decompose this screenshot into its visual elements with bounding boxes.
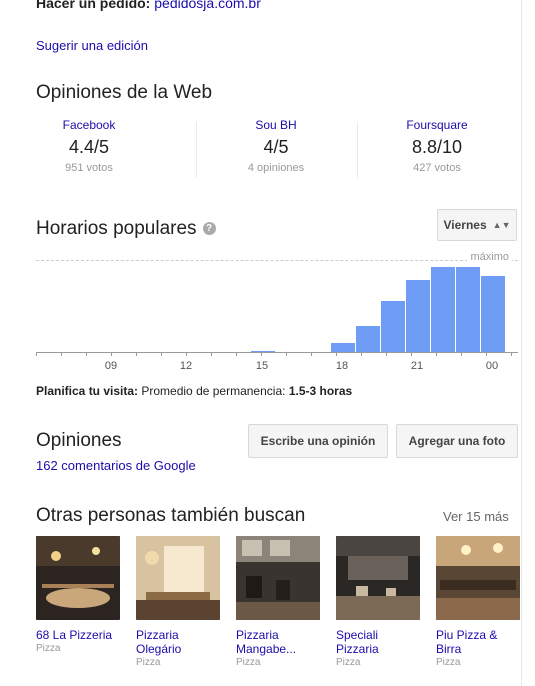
- tick-label: 15: [255, 360, 269, 372]
- max-line: [36, 260, 518, 261]
- place-name[interactable]: Pizzaria Olegário: [136, 628, 220, 656]
- axis-tick: [161, 352, 162, 356]
- review-source-foursquare: Foursquare 8.8/10 427 votos: [357, 118, 517, 174]
- review-score: 4.4/5: [68, 137, 110, 157]
- axis-tick: [111, 352, 112, 356]
- review-score: 4/5: [263, 137, 289, 157]
- bar-hour-00: [481, 276, 505, 352]
- tick-label: 21: [410, 360, 424, 372]
- place-type: Pizza: [436, 657, 461, 668]
- place-name[interactable]: Piu Pizza & Birra: [436, 628, 520, 656]
- popular-times-title: Horarios populares?: [36, 218, 216, 240]
- axis-tick: [261, 352, 262, 356]
- bar-hour-20: [381, 301, 405, 352]
- review-source-name[interactable]: Foursquare: [357, 118, 517, 132]
- related-place-card[interactable]: 68 La Pizzeria Pizza: [36, 536, 120, 654]
- related-place-card[interactable]: Speciali Pizzaria Pizza: [336, 536, 420, 668]
- place-name[interactable]: 68 La Pizzeria: [36, 628, 120, 642]
- axis-tick: [36, 352, 37, 356]
- day-selector[interactable]: Viernes ▲▼: [437, 209, 517, 241]
- axis-tick: [336, 352, 337, 356]
- place-photo: [436, 536, 520, 620]
- place-photo: [236, 536, 320, 620]
- order-row: Hacer un pedido: pedidosja.com.br: [36, 0, 261, 11]
- place-name[interactable]: Speciali Pizzaria: [336, 628, 420, 656]
- tick-label: 09: [104, 360, 118, 372]
- visit-plan: Planifica tu visita: Promedio de permane…: [36, 384, 352, 398]
- web-reviews-title: Opiniones de la Web: [36, 82, 213, 103]
- popular-times-chart: máximo 09 12 15 18 21 00: [36, 250, 518, 380]
- bar-hour-22: [431, 267, 455, 352]
- axis-tick: [511, 352, 512, 356]
- review-count: 951 votos: [65, 162, 113, 174]
- sort-arrows-icon: ▲▼: [492, 220, 511, 230]
- chart-baseline: [36, 352, 518, 353]
- axis-tick: [86, 352, 87, 356]
- order-link[interactable]: pedidosja.com.br: [154, 0, 261, 11]
- tick-label: 12: [179, 360, 193, 372]
- suggest-edit-link[interactable]: Sugerir una edición: [36, 38, 148, 53]
- axis-tick: [186, 352, 187, 356]
- review-source-name[interactable]: Facebook: [9, 118, 169, 132]
- axis-tick: [236, 352, 237, 356]
- bar-hour-19: [356, 326, 380, 352]
- related-place-card[interactable]: Pizzaria Olegário Pizza: [136, 536, 220, 668]
- axis-tick: [411, 352, 412, 356]
- visit-plan-label: Planifica tu visita:: [36, 384, 139, 398]
- see-more-link[interactable]: Ver 15 más: [443, 509, 509, 524]
- review-count: 427 votos: [413, 162, 461, 174]
- axis-tick: [311, 352, 312, 356]
- max-label: máximo: [467, 251, 512, 263]
- place-photo: [336, 536, 420, 620]
- axis-tick: [61, 352, 62, 356]
- bar-hour-23: [456, 267, 480, 352]
- axis-tick: [461, 352, 462, 356]
- bar-hour-18: [331, 343, 355, 352]
- web-reviews: Facebook 4.4/5 951 votos Sou BH 4/5 4 op…: [36, 118, 518, 188]
- info-icon[interactable]: ?: [202, 222, 216, 236]
- google-comments-link[interactable]: 162 comentarios de Google: [36, 458, 196, 473]
- axis-tick: [286, 352, 287, 356]
- tick-label: 00: [485, 360, 499, 372]
- axis-tick: [436, 352, 437, 356]
- review-source-facebook: Facebook 4.4/5 951 votos: [9, 118, 169, 174]
- bar-hour-15: [251, 351, 275, 352]
- bar-hour-21: [406, 280, 430, 352]
- axis-tick: [136, 352, 137, 356]
- write-review-button[interactable]: Escribe una opinión: [248, 424, 388, 458]
- visit-plan-text: Promedio de permanencia:: [141, 384, 286, 398]
- related-place-card[interactable]: Pizzaria Mangabe... Pizza: [236, 536, 320, 668]
- place-photo: [136, 536, 220, 620]
- tick-label: 18: [335, 360, 349, 372]
- others-title: Otras personas también buscan: [36, 505, 306, 526]
- review-score: 8.8/10: [411, 137, 463, 157]
- axis-tick: [361, 352, 362, 356]
- review-count: 4 opiniones: [247, 162, 305, 174]
- order-label: Hacer un pedido:: [36, 0, 151, 11]
- panel-right-border: [521, 0, 522, 686]
- place-type: Pizza: [36, 643, 61, 654]
- axis-tick: [211, 352, 212, 356]
- day-selector-label: Viernes: [443, 218, 487, 232]
- place-photo: [36, 536, 120, 620]
- popular-times-label: Horarios populares: [36, 218, 197, 239]
- place-type: Pizza: [136, 657, 161, 668]
- visit-plan-value: 1.5-3 horas: [288, 384, 353, 398]
- review-source-name[interactable]: Sou BH: [196, 118, 356, 132]
- place-name[interactable]: Pizzaria Mangabe...: [236, 628, 320, 656]
- review-source-soubh: Sou BH 4/5 4 opiniones: [196, 118, 356, 174]
- place-type: Pizza: [236, 657, 261, 668]
- axis-tick: [486, 352, 487, 356]
- axis-tick: [386, 352, 387, 356]
- place-type: Pizza: [336, 657, 361, 668]
- related-place-card[interactable]: Piu Pizza & Birra Pizza: [436, 536, 520, 668]
- add-photo-button[interactable]: Agregar una foto: [396, 424, 518, 458]
- opinions-title: Opiniones: [36, 430, 122, 451]
